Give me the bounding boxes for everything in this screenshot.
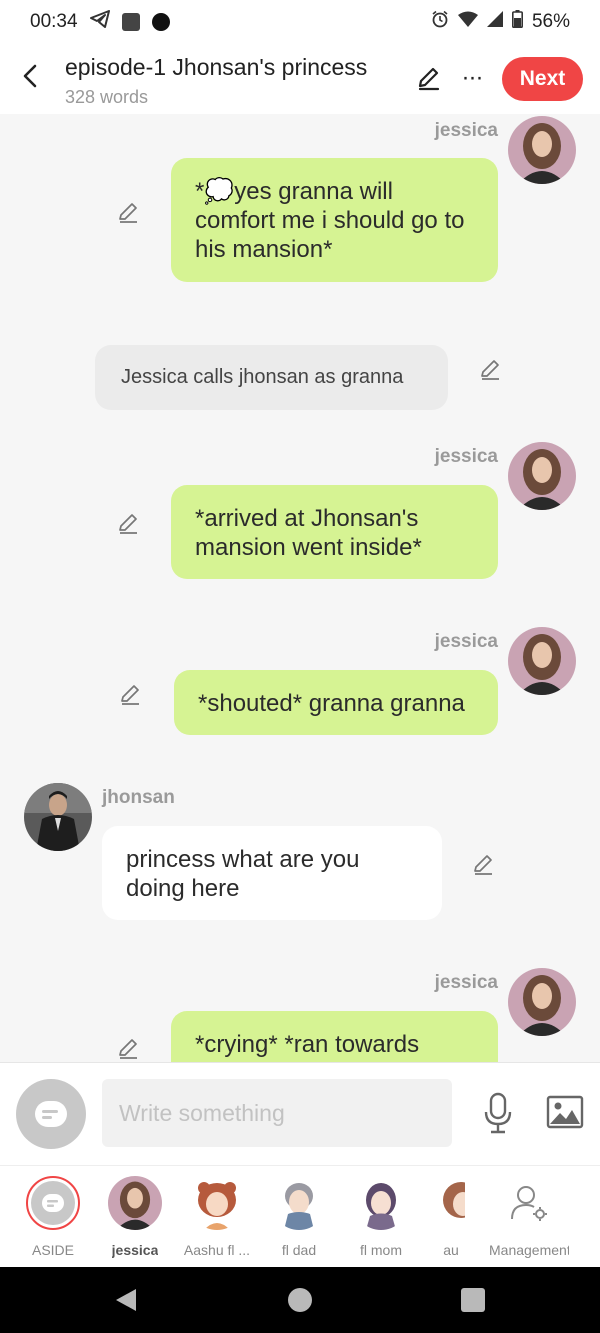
character-jessica[interactable]: jessica bbox=[94, 1176, 176, 1258]
signal-icon bbox=[486, 11, 503, 33]
character-strip: ASIDE jessica Aashu fl ... fl dad fl mom… bbox=[0, 1165, 600, 1267]
edit-message-icon[interactable] bbox=[114, 1034, 144, 1062]
system-nav-bar bbox=[0, 1267, 600, 1333]
record-dot-icon bbox=[151, 13, 170, 31]
jessica-avatar[interactable] bbox=[508, 968, 576, 1036]
aside-toggle-button[interactable] bbox=[16, 1079, 86, 1149]
nav-recents-icon[interactable] bbox=[461, 1288, 485, 1312]
speaker-name: jessica bbox=[434, 972, 498, 993]
edit-aside-icon[interactable] bbox=[476, 355, 506, 385]
jessica-avatar[interactable] bbox=[508, 442, 576, 510]
speaker-name: jessica bbox=[434, 446, 498, 467]
message-bubble[interactable]: *crying* *ran towards bbox=[171, 1011, 498, 1062]
speaker-name: jessica bbox=[434, 120, 498, 141]
nav-home-icon[interactable] bbox=[288, 1288, 312, 1312]
message-bubble[interactable]: princess what are you doing here bbox=[102, 826, 442, 920]
message-input[interactable] bbox=[102, 1079, 452, 1147]
character-label: au bbox=[443, 1242, 459, 1258]
character-au[interactable]: au bbox=[410, 1176, 492, 1258]
app-notification-icon bbox=[121, 13, 140, 31]
image-upload-icon[interactable] bbox=[544, 1091, 586, 1133]
battery-icon bbox=[511, 10, 523, 34]
character-label: Management bbox=[489, 1242, 569, 1258]
jessica-avatar bbox=[108, 1176, 162, 1230]
wifi-icon bbox=[457, 11, 478, 33]
edit-message-icon[interactable] bbox=[114, 198, 144, 228]
editor-header: episode-1 Jhonsan's princess 328 words ·… bbox=[0, 44, 600, 114]
back-button[interactable] bbox=[12, 58, 48, 94]
message-bubble[interactable]: *arrived at Jhonsan's mansion went insid… bbox=[171, 485, 498, 579]
battery-percent: 56% bbox=[531, 11, 570, 32]
speaker-name: jessica bbox=[434, 631, 498, 652]
character-label: fl mom bbox=[360, 1242, 402, 1258]
character-aashu[interactable]: Aashu fl ... bbox=[176, 1176, 258, 1258]
message-bubble[interactable]: *shouted* granna granna bbox=[174, 670, 498, 735]
fl-dad-avatar bbox=[272, 1176, 326, 1230]
management-icon bbox=[502, 1176, 556, 1230]
character-label: fl dad bbox=[281, 1242, 317, 1258]
aside-bubble[interactable]: Jessica calls jhonsan as granna bbox=[95, 345, 448, 410]
edit-message-icon[interactable] bbox=[469, 850, 499, 880]
speaker-name: jhonsan bbox=[102, 787, 175, 808]
status-time: 00:34 bbox=[30, 11, 78, 32]
character-label: Aashu fl ... bbox=[183, 1242, 251, 1258]
message-bubble[interactable]: *💭yes granna will comfort me i should go… bbox=[171, 158, 498, 282]
fl-mom-avatar bbox=[354, 1176, 408, 1230]
composer-bar bbox=[0, 1062, 600, 1165]
aashu-avatar bbox=[190, 1176, 244, 1230]
next-button[interactable]: Next bbox=[502, 57, 583, 101]
alarm-icon bbox=[431, 10, 449, 34]
character-fl-dad[interactable]: fl dad bbox=[258, 1176, 340, 1258]
character-label: ASIDE bbox=[31, 1242, 74, 1258]
jessica-avatar[interactable] bbox=[508, 116, 576, 184]
edit-title-icon[interactable] bbox=[413, 62, 445, 94]
episode-title: episode-1 Jhonsan's princess bbox=[65, 54, 368, 80]
character-label: jessica bbox=[111, 1242, 159, 1258]
microphone-icon[interactable] bbox=[478, 1088, 518, 1138]
jessica-avatar[interactable] bbox=[508, 627, 576, 695]
edit-message-icon[interactable] bbox=[114, 509, 144, 539]
aside-icon bbox=[26, 1176, 80, 1230]
status-bar: 00:34 56% bbox=[0, 0, 600, 44]
chat-area[interactable]: jessica *💭yes granna will comfort me i s… bbox=[0, 114, 600, 1062]
character-management[interactable]: Management bbox=[488, 1176, 570, 1258]
nav-back-icon[interactable] bbox=[115, 1288, 137, 1317]
telegram-icon bbox=[89, 10, 110, 34]
jhonsan-avatar[interactable] bbox=[24, 783, 92, 851]
more-options-icon[interactable]: ··· bbox=[455, 62, 489, 94]
edit-message-icon[interactable] bbox=[116, 680, 146, 710]
au-avatar bbox=[437, 1176, 465, 1230]
word-count: 328 words bbox=[65, 87, 149, 107]
character-aside[interactable]: ASIDE bbox=[12, 1176, 94, 1258]
